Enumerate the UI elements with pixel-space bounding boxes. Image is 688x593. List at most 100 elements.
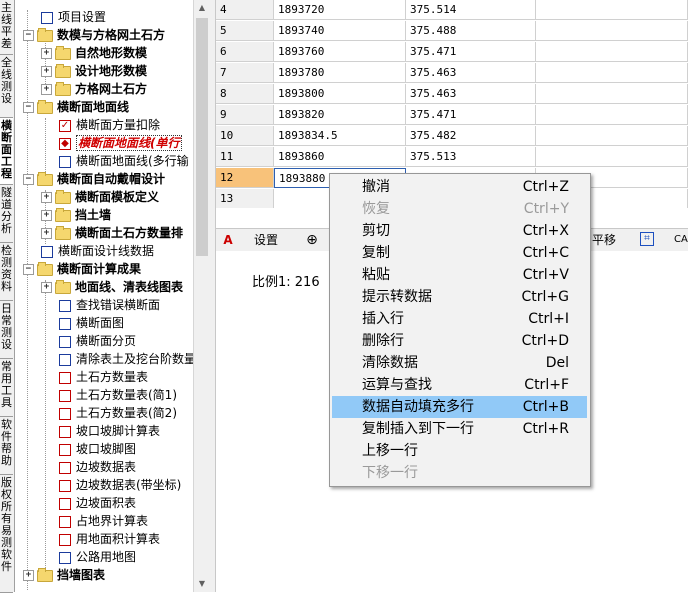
row-header[interactable]: 7 (216, 63, 274, 83)
expand-icon[interactable]: + (41, 210, 52, 221)
tree-item[interactable]: 项目设置 (41, 8, 106, 26)
menu-item[interactable]: 上移一行 (332, 440, 587, 462)
scroll-up-icon[interactable]: ▲ (194, 0, 210, 16)
tree-item[interactable]: 用地面积计算表 (59, 530, 160, 548)
tree-item[interactable]: + 挡墙图表 (23, 566, 105, 584)
expand-icon[interactable]: + (41, 84, 52, 95)
table-cell[interactable]: 375.463 (406, 63, 536, 83)
side-tab-4[interactable]: 检测资料 (0, 243, 13, 301)
tree-item[interactable]: 公路用地图 (59, 548, 136, 566)
scrollbar-thumb[interactable] (196, 18, 208, 256)
row-header[interactable]: 6 (216, 42, 274, 62)
menu-item[interactable]: 恢复 Ctrl+Y (332, 198, 587, 220)
table-cell[interactable] (536, 105, 688, 125)
menu-item[interactable]: 下移一行 (332, 462, 587, 484)
checkbox-icon[interactable] (59, 425, 71, 438)
menu-item[interactable]: 数据自动填充多行 Ctrl+B (332, 396, 587, 418)
checkbox-icon[interactable] (59, 317, 71, 330)
table-cell[interactable]: 1893860 (274, 147, 406, 167)
collapse-icon[interactable]: − (23, 102, 34, 113)
table-cell[interactable]: 1893740 (274, 21, 406, 41)
table-row[interactable]: 8 1893800 375.463 (216, 84, 688, 105)
tree-item[interactable]: 横断面设计线数据 (41, 242, 154, 260)
tree-item[interactable]: + 地面线、清表线图表 (41, 278, 183, 296)
expand-icon[interactable]: + (41, 48, 52, 59)
checkbox-icon[interactable] (59, 515, 71, 528)
table-cell[interactable]: 1893780 (274, 63, 406, 83)
checkbox-icon[interactable] (41, 245, 53, 258)
menu-item[interactable]: 复制插入到下一行 Ctrl+R (332, 418, 587, 440)
row-header[interactable]: 9 (216, 105, 274, 125)
color-font-icon[interactable]: A (220, 232, 236, 248)
checkbox-icon[interactable] (59, 461, 71, 474)
checkbox-icon[interactable] (59, 551, 71, 564)
menu-item[interactable]: 插入行 Ctrl+I (332, 308, 587, 330)
collapse-icon[interactable]: − (23, 174, 34, 185)
tree-item[interactable]: 坡口坡脚图 (59, 440, 136, 458)
side-tab-5[interactable]: 日常测设 (0, 301, 13, 359)
table-cell[interactable]: 1893800 (274, 84, 406, 104)
tree-item[interactable]: − 横断面自动戴帽设计 (23, 170, 165, 188)
side-tab-6[interactable]: 常用工具 (0, 359, 13, 417)
menu-item[interactable]: 清除数据 Del (332, 352, 587, 374)
table-cell[interactable] (536, 63, 688, 83)
table-row[interactable]: 6 1893760 375.471 (216, 42, 688, 63)
menu-item[interactable]: 剪切 Ctrl+X (332, 220, 587, 242)
tree-item-selected[interactable]: ◆ 横断面地面线(单行 (59, 134, 182, 152)
table-row[interactable]: 4 1893720 375.514 (216, 0, 688, 21)
tree-item[interactable]: 横断面地面线(多行输 (59, 152, 189, 170)
row-header[interactable]: 13 (216, 189, 274, 208)
table-cell[interactable] (536, 42, 688, 62)
tree-item[interactable]: 占地界计算表 (59, 512, 148, 530)
checkbox-icon[interactable] (59, 299, 71, 312)
checkbox-checked-icon[interactable]: ✓ (59, 119, 71, 132)
pan-button[interactable]: 平移 (592, 229, 616, 251)
table-cell[interactable]: 1893720 (274, 0, 406, 20)
scroll-down-icon[interactable]: ▼ (194, 576, 210, 592)
table-cell[interactable]: 375.471 (406, 105, 536, 125)
side-tab-8[interactable]: 版权所有 易测软件 (0, 475, 13, 593)
checkbox-mark-icon[interactable]: ◆ (59, 137, 71, 150)
menu-item[interactable]: 提示转数据 Ctrl+G (332, 286, 587, 308)
side-tab-3[interactable]: 隧道分析 (0, 185, 13, 243)
checkbox-icon[interactable] (59, 389, 71, 402)
checkbox-icon[interactable] (59, 443, 71, 456)
checkbox-icon[interactable] (59, 371, 71, 384)
tree-item[interactable]: 土石方数量表(简2) (59, 404, 177, 422)
tree-item[interactable]: − 横断面计算成果 (23, 260, 141, 278)
row-header[interactable]: 10 (216, 126, 274, 146)
table-cell[interactable]: 375.482 (406, 126, 536, 146)
expand-icon[interactable]: + (41, 66, 52, 77)
menu-item[interactable]: 粘贴 Ctrl+V (332, 264, 587, 286)
tree-item[interactable]: + 自然地形数模 (41, 44, 147, 62)
grid-icon[interactable]: ⌗ (640, 232, 654, 246)
side-tab-2[interactable]: 横断面工程 (0, 118, 13, 185)
tree-item[interactable]: 横断面图 (59, 314, 124, 332)
expand-icon[interactable]: + (41, 282, 52, 293)
table-cell[interactable]: 1893760 (274, 42, 406, 62)
table-cell[interactable] (536, 84, 688, 104)
panel-splitter[interactable] (209, 0, 216, 592)
checkbox-icon[interactable] (59, 335, 71, 348)
checkbox-icon[interactable] (59, 479, 71, 492)
tree-item[interactable]: + 设计地形数模 (41, 62, 147, 80)
table-cell[interactable]: 1893820 (274, 105, 406, 125)
table-row[interactable]: 9 1893820 375.471 (216, 105, 688, 126)
side-tab-7[interactable]: 软件帮助 (0, 417, 13, 475)
tree-item[interactable]: − 横断面地面线 (23, 98, 129, 116)
checkbox-icon[interactable] (59, 353, 71, 366)
checkbox-icon[interactable] (59, 497, 71, 510)
tree-item[interactable]: 土石方数量表 (59, 368, 148, 386)
tree-item[interactable]: + 横断面土石方数量排 (41, 224, 183, 242)
table-cell[interactable]: 375.514 (406, 0, 536, 20)
tree-item[interactable]: 坡口坡脚计算表 (59, 422, 160, 440)
tree-item[interactable]: 清除表土及挖台阶数量 (59, 350, 193, 368)
row-header[interactable]: 8 (216, 84, 274, 104)
side-tab-0[interactable]: 主线平差 (0, 0, 13, 55)
table-cell[interactable]: 375.513 (406, 147, 536, 167)
row-header[interactable]: 5 (216, 21, 274, 41)
table-cell[interactable]: 1893834.5 (274, 126, 406, 146)
table-cell[interactable] (536, 126, 688, 146)
table-cell[interactable]: 375.463 (406, 84, 536, 104)
table-cell[interactable] (536, 21, 688, 41)
